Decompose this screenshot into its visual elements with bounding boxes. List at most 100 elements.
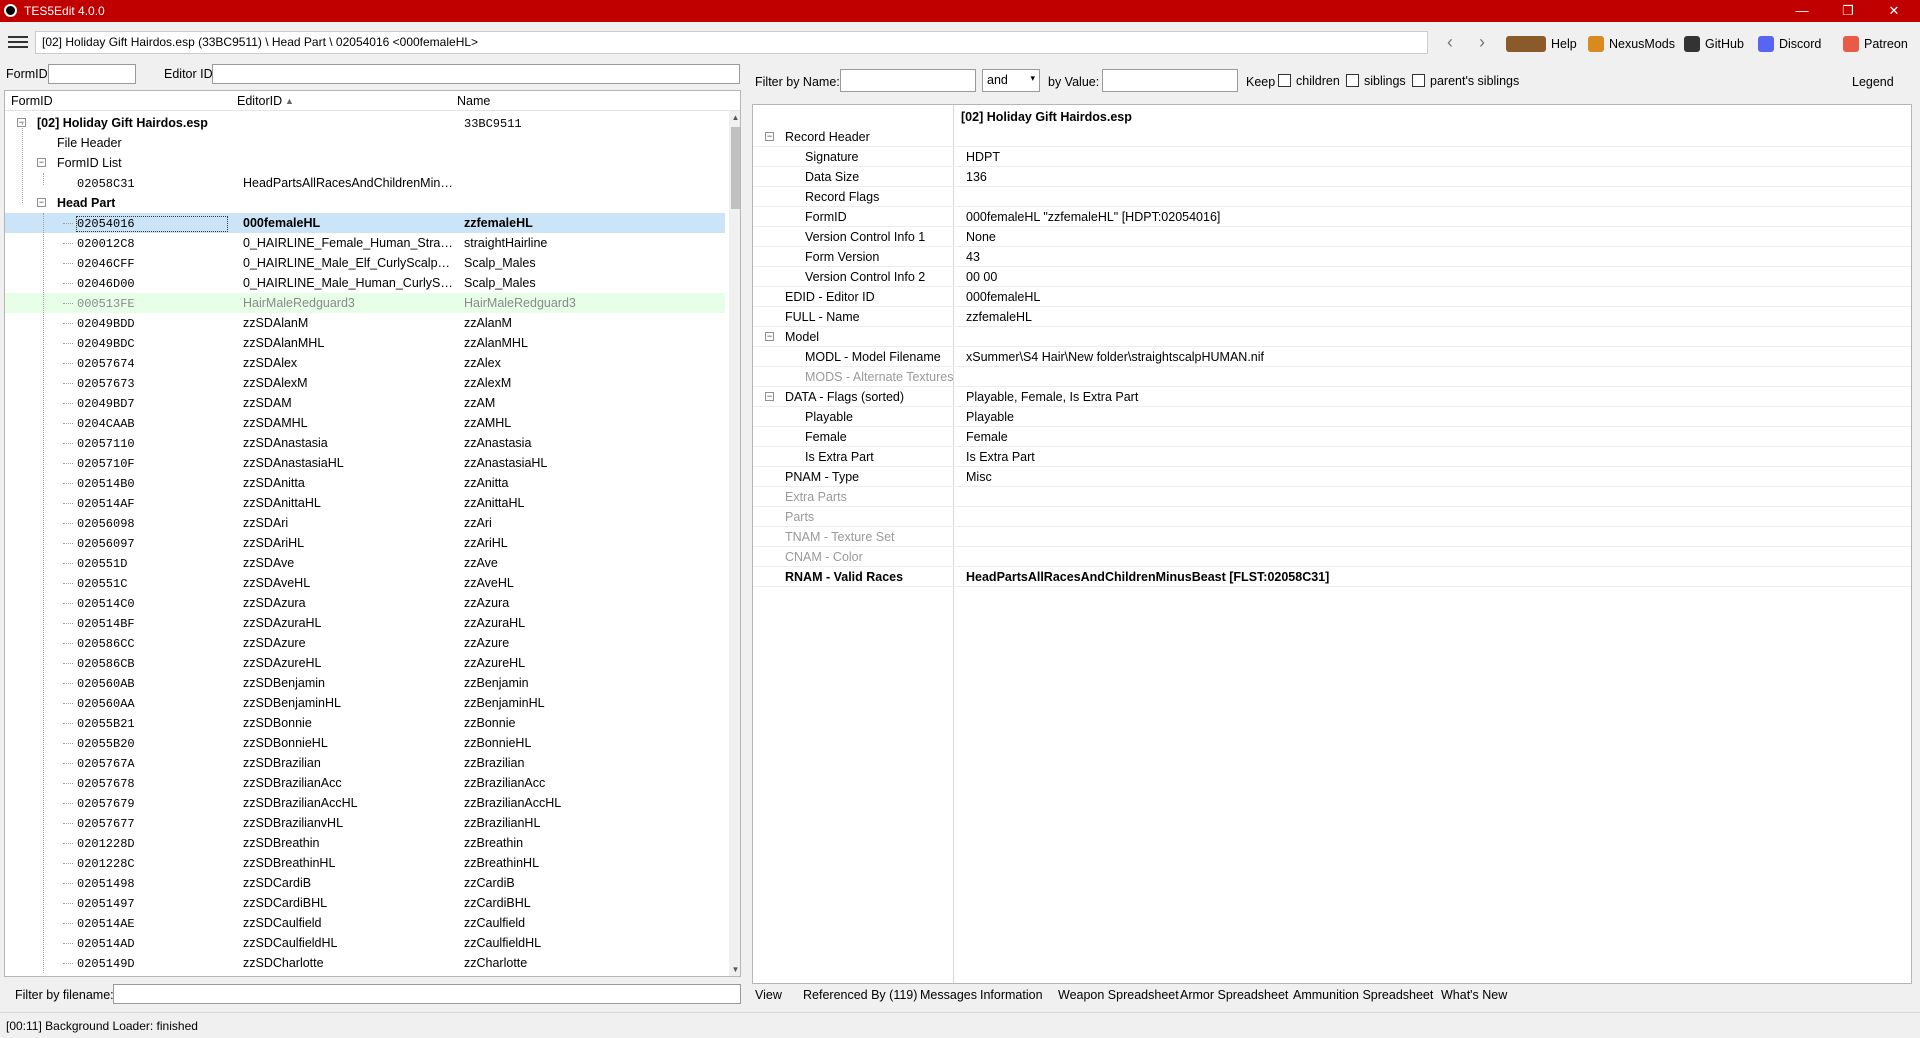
record-path-field[interactable]: [02] Holiday Gift Hairdos.esp (33BC9511)… — [35, 31, 1428, 54]
help-link[interactable]: Help — [1506, 33, 1577, 55]
table-row[interactable]: 020514AD zzSDCaulfieldHL zzCaulfieldHL — [5, 933, 725, 953]
detail-row[interactable]: FormID 000femaleHL "zzfemaleHL" [HDPT:020… — [753, 207, 1911, 227]
column-editorid[interactable]: EditorID — [237, 94, 282, 108]
detail-row[interactable]: Parts — [753, 507, 1911, 527]
collapse-icon[interactable]: − — [37, 198, 46, 207]
editorid-filter-input[interactable] — [212, 64, 740, 84]
table-row[interactable]: 02057678 zzSDBrazilianAcc zzBrazilianAcc — [5, 773, 725, 793]
detail-row[interactable]: Female Female — [753, 427, 1911, 447]
tab-referenced-by[interactable]: Referenced By (119) — [803, 988, 917, 1002]
table-row[interactable]: 0204CAAB zzSDAMHL zzAMHL — [5, 413, 725, 433]
detail-row[interactable]: − Model — [753, 327, 1911, 347]
table-row[interactable]: 02051497 zzSDCardiBHL zzCardiBHL — [5, 893, 725, 913]
tab-weapon-spreadsheet[interactable]: Weapon Spreadsheet — [1058, 988, 1179, 1002]
table-row[interactable]: 02057673 zzSDAlexM zzAlexM — [5, 373, 725, 393]
detail-row[interactable]: Playable Playable — [753, 407, 1911, 427]
detail-row[interactable]: Version Control Info 1 None — [753, 227, 1911, 247]
tab-view[interactable]: View — [755, 988, 782, 1002]
collapse-icon[interactable]: − — [37, 158, 46, 167]
detail-row[interactable]: Version Control Info 2 00 00 — [753, 267, 1911, 287]
table-row[interactable]: 0205710F zzSDAnastasiaHL zzAnastasiaHL — [5, 453, 725, 473]
nexusmods-link[interactable]: NexusMods — [1588, 33, 1675, 55]
tab-information[interactable]: Information — [980, 988, 1043, 1002]
scroll-down-icon[interactable]: ▼ — [729, 963, 740, 976]
filter-operator-select[interactable]: and ▾ — [982, 69, 1040, 92]
filter-by-value-input[interactable] — [1102, 69, 1238, 92]
table-row[interactable]: 02055B21 zzSDBonnie zzBonnie — [5, 713, 725, 733]
detail-row[interactable]: Record Flags — [753, 187, 1911, 207]
github-link[interactable]: GitHub — [1684, 33, 1744, 55]
table-row[interactable]: 02051498 zzSDCardiB zzCardiB — [5, 873, 725, 893]
record-tree[interactable]: FormID EditorID ▲ Name − [02] Holiday Gif… — [4, 90, 741, 977]
table-row[interactable]: 020514B0 zzSDAnitta zzAnitta — [5, 473, 725, 493]
record-detail-view[interactable]: [02] Holiday Gift Hairdos.esp − Record He… — [752, 104, 1912, 984]
scroll-up-icon[interactable]: ▲ — [729, 111, 740, 125]
table-row[interactable]: 020551D zzSDAve zzAve — [5, 553, 725, 573]
table-row[interactable]: 020514C0 zzSDAzura zzAzura — [5, 593, 725, 613]
table-row[interactable]: 02049BD7 zzSDAM zzAM — [5, 393, 725, 413]
hamburger-menu-icon[interactable] — [6, 33, 30, 53]
close-button[interactable]: ✕ — [1872, 0, 1916, 22]
forward-arrow-icon[interactable]: › — [1472, 32, 1492, 54]
detail-row[interactable]: − Record Header — [753, 127, 1911, 147]
collapse-icon[interactable]: − — [765, 132, 774, 141]
children-checkbox[interactable] — [1278, 74, 1291, 87]
table-row[interactable]: 020560AB zzSDBenjamin zzBenjamin — [5, 673, 725, 693]
detail-row[interactable]: Form Version 43 — [753, 247, 1911, 267]
filter-by-name-input[interactable] — [840, 69, 976, 92]
tree-formid-list-node[interactable]: − FormID List — [5, 153, 725, 173]
table-row[interactable]: 0205767A zzSDBrazilian zzBrazilian — [5, 753, 725, 773]
table-row[interactable]: 02049BDC zzSDAlanMHL zzAlanMHL — [5, 333, 725, 353]
formid-filter-input[interactable] — [48, 64, 136, 84]
table-row[interactable]: 02057677 zzSDBrazilianvHL zzBrazilianHL — [5, 813, 725, 833]
column-name[interactable]: Name — [457, 94, 490, 108]
restore-button[interactable]: ❐ — [1826, 0, 1870, 22]
scroll-thumb[interactable] — [731, 127, 740, 209]
detail-row[interactable]: Data Size 136 — [753, 167, 1911, 187]
tab-ammunition-spreadsheet[interactable]: Ammunition Spreadsheet — [1293, 988, 1433, 1002]
tree-file-node[interactable]: − [02] Holiday Gift Hairdos.esp 33BC9511 — [5, 113, 725, 133]
table-row[interactable]: 020514AF zzSDAnittaHL zzAnittaHL — [5, 493, 725, 513]
table-row[interactable]: 0201228C zzSDBreathinHL zzBreathinHL — [5, 853, 725, 873]
table-row[interactable]: 02046D00 0_HAIRLINE_Male_Human_CurlyScal.… — [5, 273, 725, 293]
detail-row[interactable]: FULL - Name zzfemaleHL — [753, 307, 1911, 327]
detail-row[interactable]: Is Extra Part Is Extra Part — [753, 447, 1911, 467]
table-row[interactable]: 02056098 zzSDAri zzAri — [5, 513, 725, 533]
column-formid[interactable]: FormID — [11, 94, 53, 108]
detail-row[interactable]: MODS - Alternate Textures — [753, 367, 1911, 387]
table-row[interactable]: 020560AA zzSDBenjaminHL zzBenjaminHL — [5, 693, 725, 713]
table-row[interactable]: 020012C8 0_HAIRLINE_Female_Human_Straigh.… — [5, 233, 725, 253]
table-row[interactable]: 0201228D zzSDBreathin zzBreathin — [5, 833, 725, 853]
tree-file-header-node[interactable]: File Header — [5, 133, 725, 153]
table-row[interactable]: 02055B20 zzSDBonnieHL zzBonnieHL — [5, 733, 725, 753]
patreon-link[interactable]: Patreon — [1843, 33, 1908, 55]
collapse-icon[interactable]: − — [765, 392, 774, 401]
detail-row[interactable]: − DATA - Flags (sorted) Playable, Female, … — [753, 387, 1911, 407]
detail-row[interactable]: EDID - Editor ID 000femaleHL — [753, 287, 1911, 307]
detail-row[interactable]: TNAM - Texture Set — [753, 527, 1911, 547]
file-filter-input[interactable] — [113, 984, 741, 1004]
siblings-checkbox[interactable] — [1346, 74, 1359, 87]
tree-scrollbar[interactable]: ▲ ▼ — [729, 111, 740, 976]
discord-link[interactable]: Discord — [1758, 33, 1821, 55]
detail-row[interactable]: RNAM - Valid Races HeadPartsAllRacesAndCh… — [753, 567, 1911, 587]
table-row[interactable]: 000513FE HairMaleRedguard3 HairMaleRedguar… — [5, 293, 725, 313]
tree-head-part-node[interactable]: − Head Part — [5, 193, 725, 213]
table-row[interactable]: 020586CB zzSDAzureHL zzAzureHL — [5, 653, 725, 673]
table-row[interactable]: 02057110 zzSDAnastasia zzAnastasia — [5, 433, 725, 453]
detail-row[interactable]: MODL - Model Filename xSummer\S4 Hair\New… — [753, 347, 1911, 367]
table-row[interactable]: 02046CFF 0_HAIRLINE_Male_Elf_CurlyScalpDU… — [5, 253, 725, 273]
table-row[interactable]: 02057674 zzSDAlex zzAlex — [5, 353, 725, 373]
detail-row[interactable]: CNAM - Color — [753, 547, 1911, 567]
table-row[interactable]: 020586CC zzSDAzure zzAzure — [5, 633, 725, 653]
table-row[interactable]: 02057679 zzSDBrazilianAccHL zzBrazilianAcc… — [5, 793, 725, 813]
back-arrow-icon[interactable]: ‹ — [1440, 32, 1460, 54]
table-row[interactable]: 02058C31 HeadPartsAllRacesAndChildrenMinu… — [5, 173, 725, 193]
minimize-button[interactable]: — — [1780, 0, 1824, 22]
table-row[interactable]: 0205149D zzSDCharlotte zzCharlotte — [5, 953, 725, 973]
tab-armor-spreadsheet[interactable]: Armor Spreadsheet — [1180, 988, 1288, 1002]
table-row[interactable]: 020514AE zzSDCaulfield zzCaulfield — [5, 913, 725, 933]
table-row[interactable]: 020514BF zzSDAzuraHL zzAzuraHL — [5, 613, 725, 633]
collapse-icon[interactable]: − — [765, 332, 774, 341]
parents-siblings-checkbox[interactable] — [1412, 74, 1425, 87]
